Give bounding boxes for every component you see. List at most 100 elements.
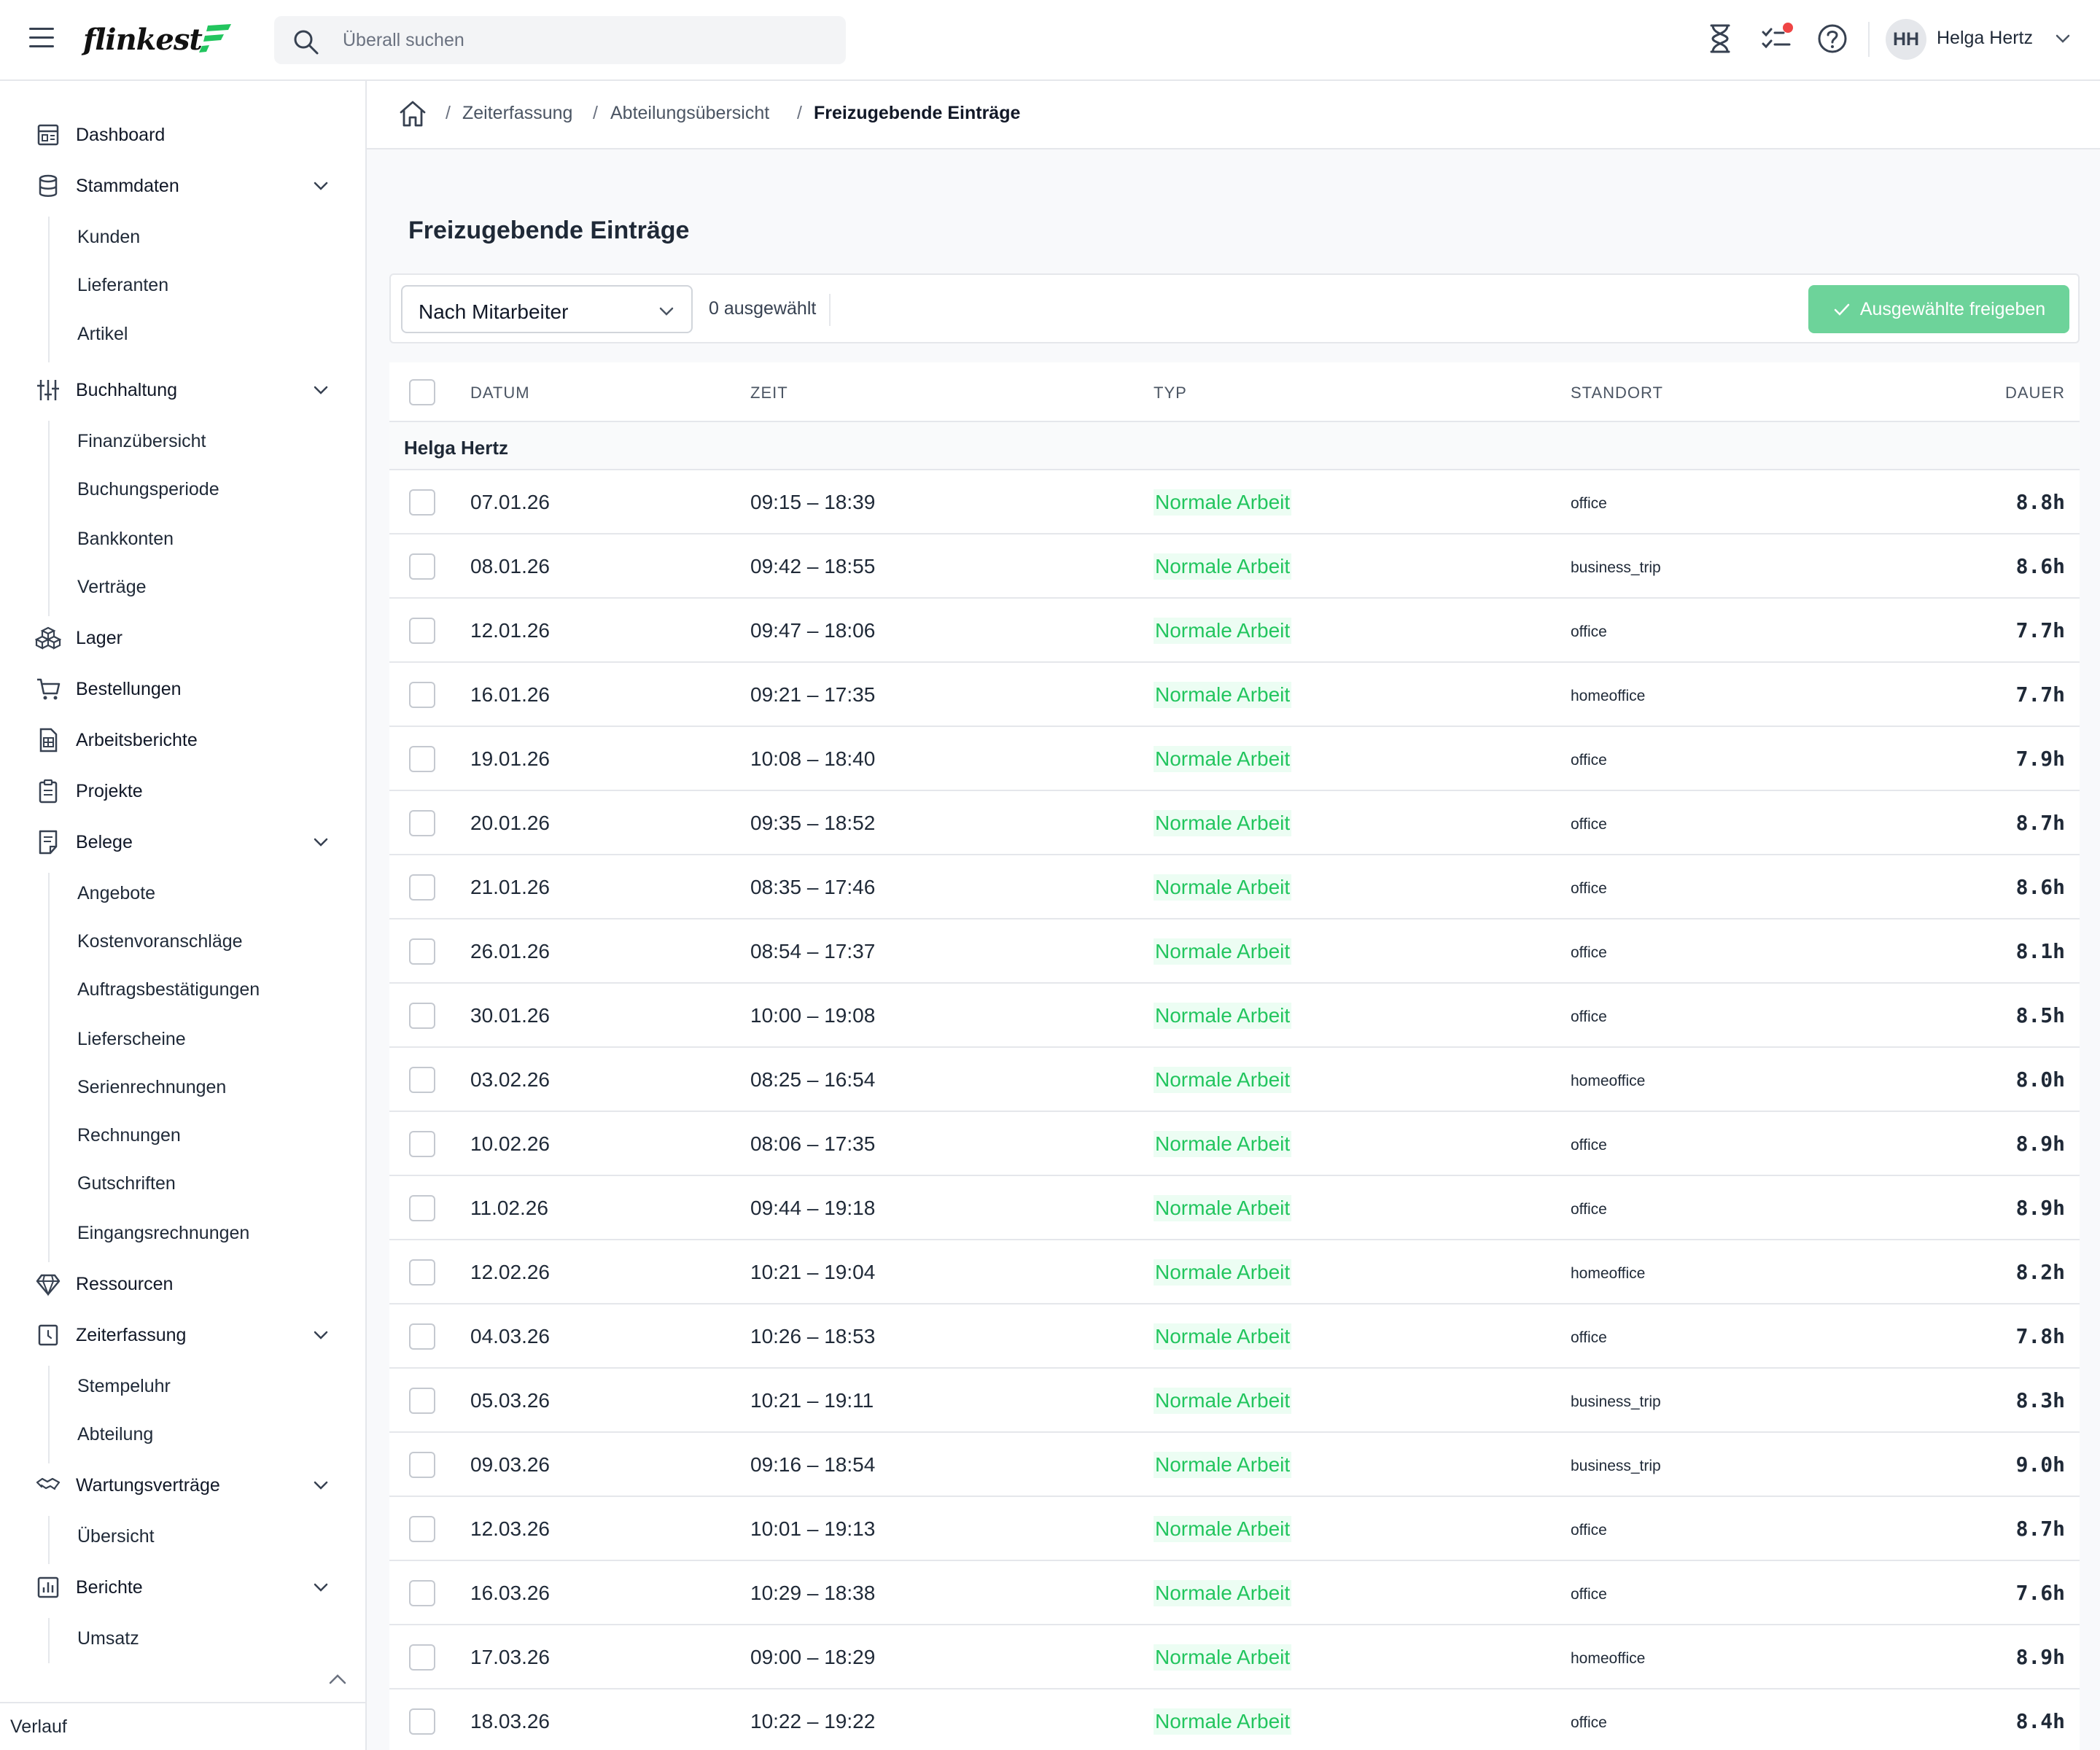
search-input[interactable] — [343, 16, 824, 64]
sidebar-item-uebersicht[interactable]: Übersicht — [0, 1516, 365, 1557]
sidebar-item-stammdaten[interactable]: Stammdaten — [0, 164, 365, 208]
sidebar-item-eingangsrechnungen[interactable]: Eingangsrechnungen — [0, 1213, 365, 1253]
select-all-checkbox[interactable] — [409, 379, 435, 405]
hourglass-icon[interactable] — [1703, 22, 1737, 55]
sidebar-item-bestellungen[interactable]: Bestellungen — [0, 667, 365, 711]
help-icon[interactable] — [1816, 22, 1849, 55]
sidebar-item-stempeluhr[interactable]: Stempeluhr — [0, 1366, 365, 1407]
table-row[interactable]: 12.03.26 10:01 – 19:13 Normale Arbeit offic… — [389, 1497, 2080, 1561]
sidebar-item-vertraege[interactable]: Verträge — [0, 567, 365, 607]
sidebar-item-berichte[interactable]: Berichte — [0, 1566, 365, 1609]
table-row[interactable]: 07.01.26 09:15 – 18:39 Normale Arbeit offic… — [389, 470, 2080, 534]
row-checkbox[interactable] — [409, 1388, 435, 1414]
table-row[interactable]: 04.03.26 10:26 – 18:53 Normale Arbeit offic… — [389, 1304, 2080, 1369]
cell-time: 10:21 – 19:11 — [750, 1389, 874, 1412]
table-row[interactable]: 19.01.26 10:08 – 18:40 Normale Arbeit offic… — [389, 727, 2080, 791]
table-row[interactable]: 16.03.26 10:29 – 18:38 Normale Arbeit offic… — [389, 1561, 2080, 1625]
row-checkbox[interactable] — [409, 1516, 435, 1542]
row-checkbox[interactable] — [409, 489, 435, 516]
history-panel[interactable]: Verlauf — [0, 1702, 365, 1750]
menu-icon[interactable] — [29, 28, 54, 50]
sidebar-item-kunden[interactable]: Kunden — [0, 217, 365, 257]
row-checkbox[interactable] — [409, 746, 435, 772]
handshake-icon — [36, 1477, 61, 1490]
table-row[interactable]: 03.02.26 08:25 – 16:54 Normale Arbeit homeo… — [389, 1048, 2080, 1112]
sidebar-item-finanzuebersicht[interactable]: Finanzübersicht — [0, 421, 365, 462]
sidebar-item-ressourcen[interactable]: Ressourcen — [0, 1262, 365, 1306]
sidebar-item-angebote[interactable]: Angebote — [0, 873, 365, 914]
row-checkbox[interactable] — [409, 1580, 435, 1606]
sidebar-item-arbeitsberichte[interactable]: Arbeitsberichte — [0, 718, 365, 762]
row-checkbox[interactable] — [409, 1131, 435, 1157]
sidebar-item-projekte[interactable]: Projekte — [0, 769, 365, 813]
sidebar-item-zeiterfassung[interactable]: Zeiterfassung — [0, 1313, 365, 1357]
sidebar-item-auftragsbestaetigungen[interactable]: Auftragsbestätigungen — [0, 969, 365, 1010]
breadcrumb-zeiterfassung[interactable]: Zeiterfassung — [462, 103, 572, 124]
logo[interactable]: flinkest — [83, 19, 234, 60]
table-row[interactable]: 11.02.26 09:44 – 19:18 Normale Arbeit offic… — [389, 1176, 2080, 1240]
cell-date: 30.01.26 — [470, 1004, 550, 1027]
cell-duration: 8.6h — [2015, 875, 2065, 899]
user-name[interactable]: Helga Hertz — [1937, 28, 2033, 49]
row-checkbox[interactable] — [409, 874, 435, 901]
row-checkbox[interactable] — [409, 1259, 435, 1286]
sidebar-item-belege[interactable]: Belege — [0, 820, 365, 864]
sidebar-item-wartungsvertraege[interactable]: Wartungsverträge — [0, 1463, 365, 1507]
row-checkbox[interactable] — [409, 1067, 435, 1093]
table-row[interactable]: 12.01.26 09:47 – 18:06 Normale Arbeit offic… — [389, 599, 2080, 663]
group-by-select[interactable]: Nach Mitarbeiter — [401, 285, 693, 333]
table-row[interactable]: 09.03.26 09:16 – 18:54 Normale Arbeit busin… — [389, 1433, 2080, 1497]
column-header-location[interactable]: STANDORT — [1571, 384, 1663, 402]
approve-selected-button[interactable]: Ausgewählte freigeben — [1808, 285, 2069, 333]
column-header-date[interactable]: DATUM — [470, 384, 530, 402]
row-checkbox[interactable] — [409, 618, 435, 644]
table-row[interactable]: 12.02.26 10:21 – 19:04 Normale Arbeit homeo… — [389, 1240, 2080, 1304]
home-icon[interactable] — [397, 98, 428, 129]
row-checkbox[interactable] — [409, 1195, 435, 1221]
row-checkbox[interactable] — [409, 1003, 435, 1029]
sidebar-item-umsatz[interactable]: Umsatz — [0, 1618, 365, 1659]
row-checkbox[interactable] — [409, 553, 435, 580]
sidebar-item-serienrechnungen[interactable]: Serienrechnungen — [0, 1067, 365, 1108]
row-checkbox[interactable] — [409, 1323, 435, 1350]
sidebar-item-kostenvoranschlaege[interactable]: Kostenvoranschläge — [0, 921, 365, 962]
sidebar-item-lieferscheine[interactable]: Lieferscheine — [0, 1019, 365, 1059]
tasks-icon[interactable] — [1760, 22, 1794, 55]
row-checkbox[interactable] — [409, 810, 435, 836]
breadcrumb-abteilungsuebersicht[interactable]: Abteilungsübersicht — [610, 103, 769, 124]
table-row[interactable]: 20.01.26 09:35 – 18:52 Normale Arbeit offic… — [389, 791, 2080, 855]
table-row[interactable]: 26.01.26 08:54 – 17:37 Normale Arbeit offic… — [389, 919, 2080, 984]
column-header-type[interactable]: TYP — [1154, 384, 1187, 402]
sidebar-item-bankkonten[interactable]: Bankkonten — [0, 518, 365, 559]
table-row[interactable]: 18.03.26 10:22 – 19:22 Normale Arbeit offic… — [389, 1689, 2080, 1750]
row-checkbox[interactable] — [409, 1708, 435, 1735]
row-checkbox[interactable] — [409, 938, 435, 965]
sidebar-item-buchungsperiode[interactable]: Buchungsperiode — [0, 469, 365, 510]
sidebar-item-buchhaltung[interactable]: Buchhaltung — [0, 368, 365, 412]
row-checkbox[interactable] — [409, 682, 435, 708]
sidebar-item-abteilung[interactable]: Abteilung — [0, 1414, 365, 1455]
avatar[interactable]: HH — [1886, 19, 1926, 60]
sidebar-item-rechnungen[interactable]: Rechnungen — [0, 1115, 365, 1156]
row-checkbox[interactable] — [409, 1452, 435, 1478]
table-row[interactable]: 08.01.26 09:42 – 18:55 Normale Arbeit busin… — [389, 534, 2080, 599]
chevron-down-icon[interactable] — [2055, 31, 2071, 47]
chevron-up-icon[interactable] — [325, 1667, 350, 1692]
sidebar-item-gutschriften[interactable]: Gutschriften — [0, 1163, 365, 1204]
cell-duration: 9.0h — [2015, 1452, 2065, 1477]
sidebar-item-lieferanten[interactable]: Lieferanten — [0, 265, 365, 306]
column-header-duration[interactable]: DAUER — [2005, 384, 2065, 402]
table-row[interactable]: 21.01.26 08:35 – 17:46 Normale Arbeit offic… — [389, 855, 2080, 919]
table-row[interactable]: 17.03.26 09:00 – 18:29 Normale Arbeit homeo… — [389, 1625, 2080, 1689]
table-row[interactable]: 16.01.26 09:21 – 17:35 Normale Arbeit homeo… — [389, 663, 2080, 727]
chevron-down-icon — [314, 1481, 328, 1490]
table-row[interactable]: 05.03.26 10:21 – 19:11 Normale Arbeit busin… — [389, 1369, 2080, 1433]
column-header-time[interactable]: ZEIT — [750, 384, 788, 402]
global-search[interactable] — [274, 16, 846, 64]
table-row[interactable]: 30.01.26 10:00 – 19:08 Normale Arbeit offic… — [389, 984, 2080, 1048]
table-row[interactable]: 10.02.26 08:06 – 17:35 Normale Arbeit offic… — [389, 1112, 2080, 1176]
sidebar-item-artikel[interactable]: Artikel — [0, 314, 365, 354]
sidebar-item-lager[interactable]: Lager — [0, 616, 365, 660]
sidebar-item-dashboard[interactable]: Dashboard — [0, 113, 365, 157]
row-checkbox[interactable] — [409, 1644, 435, 1671]
